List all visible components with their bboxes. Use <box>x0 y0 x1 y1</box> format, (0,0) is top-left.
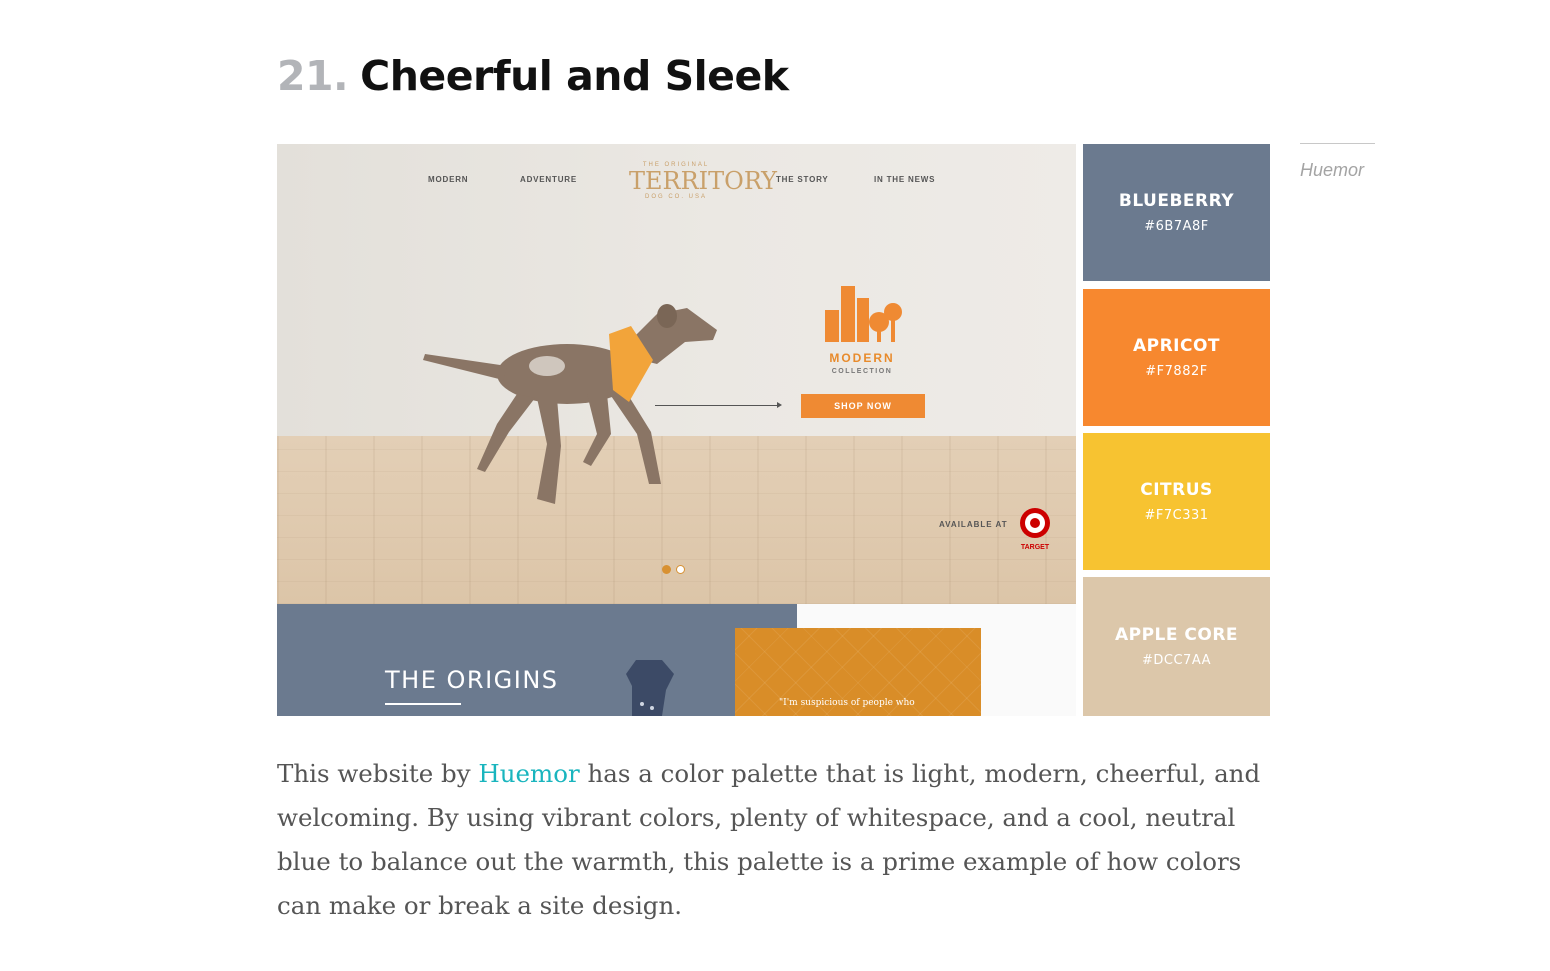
color-palette: BLUEBERRY #6B7A8F APRICOT #F7882F CITRUS… <box>1083 144 1270 716</box>
arrow-line <box>655 402 782 408</box>
dog-portrait-icon <box>626 660 674 716</box>
swatch-name: BLUEBERRY <box>1118 191 1235 211</box>
territory-logo: THE ORIGINAL TERRITORY DOG CO. USA <box>629 162 778 200</box>
swatch-hex: #F7882F <box>1145 364 1208 379</box>
nav-story: THE STORY <box>776 175 829 184</box>
target-icon <box>1020 508 1050 538</box>
credit-divider <box>1300 143 1375 144</box>
quote-text: "I'm suspicious of people who <box>779 698 915 708</box>
nav-adventure: ADVENTURE <box>520 175 577 184</box>
website-screenshot: MODERN ADVENTURE THE STORY IN THE NEWS T… <box>277 144 1076 716</box>
origins-section: THE ORIGINS <box>277 604 797 716</box>
promo-subtitle: COLLECTION <box>831 368 893 375</box>
origins-title: THE ORIGINS <box>385 666 559 694</box>
quote-panel: "I'm suspicious of people who <box>735 628 981 716</box>
hero-banner: MODERN ADVENTURE THE STORY IN THE NEWS T… <box>277 144 1076 604</box>
swatch-name: APRICOT <box>1132 336 1221 356</box>
heading-number: 21. <box>277 52 349 100</box>
swatch-hex: #F7C331 <box>1144 508 1209 523</box>
image-credit: Huemor <box>1300 160 1365 180</box>
nav-modern: MODERN <box>428 175 469 184</box>
swatch-apricot: APRICOT #F7882F <box>1083 289 1270 426</box>
huemor-link[interactable]: Huemor <box>478 759 579 788</box>
carousel-dot[interactable] <box>676 565 685 574</box>
swatch-citrus: CITRUS #F7C331 <box>1083 433 1270 570</box>
dog-illustration <box>423 304 717 504</box>
promo-block: MODERN COLLECTION <box>797 282 927 375</box>
carousel-dots <box>662 565 685 574</box>
logo-main-text: TERRITORY <box>629 167 778 195</box>
promo-title: MODERN <box>829 351 895 365</box>
city-icon <box>825 286 902 342</box>
nav-news: IN THE NEWS <box>874 175 936 184</box>
origins-underline <box>385 703 461 705</box>
palette-figure: MODERN ADVENTURE THE STORY IN THE NEWS T… <box>277 144 1270 716</box>
target-logo: TARGET <box>1017 507 1053 551</box>
swatch-name: APPLE CORE <box>1114 625 1239 645</box>
swatch-hex: #6B7A8F <box>1144 219 1209 234</box>
swatch-apple-core: APPLE CORE #DCC7AA <box>1083 577 1270 716</box>
swatch-name: CITRUS <box>1140 480 1213 500</box>
shop-now-button[interactable]: SHOP NOW <box>801 394 925 418</box>
section-heading: 21. Cheerful and Sleek <box>277 52 789 100</box>
description-before-link: This website by <box>277 759 479 788</box>
swatch-hex: #DCC7AA <box>1142 653 1211 668</box>
target-label: TARGET <box>1020 544 1050 551</box>
swatch-blueberry: BLUEBERRY #6B7A8F <box>1083 144 1270 281</box>
heading-title: Cheerful and Sleek <box>360 52 789 100</box>
available-at-text: AVAILABLE AT <box>939 520 1008 529</box>
carousel-dot-active[interactable] <box>662 565 671 574</box>
description-paragraph: This website by Huemor has a color palet… <box>277 752 1267 928</box>
